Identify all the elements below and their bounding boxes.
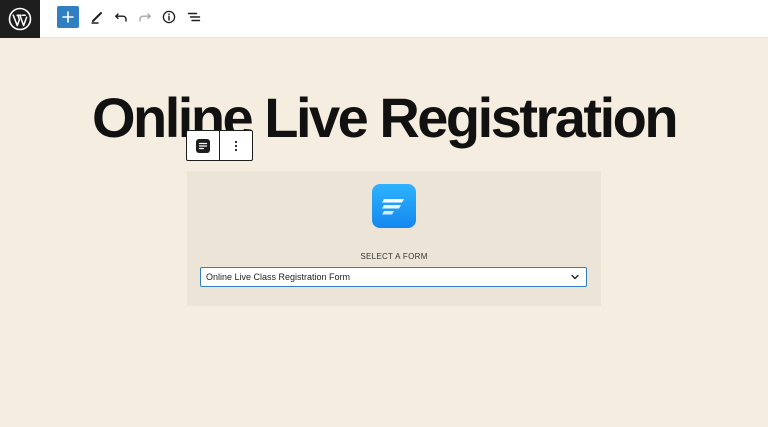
more-vertical-icon [234, 140, 238, 151]
form-select-dropdown[interactable]: Online Live Class Registration Form [200, 267, 587, 287]
block-toolbar [186, 130, 253, 161]
selected-form-value: Online Live Class Registration Form [206, 272, 351, 282]
add-block-button[interactable] [57, 6, 79, 28]
wordpress-logo-icon [8, 7, 32, 31]
undo-button[interactable] [110, 6, 132, 28]
info-icon [162, 10, 176, 24]
fluent-forms-block-icon [196, 138, 210, 153]
details-button[interactable] [158, 6, 180, 28]
plus-icon [62, 11, 74, 23]
redo-icon [139, 13, 151, 22]
fluent-forms-logo-icon [372, 184, 416, 228]
block-options-button[interactable] [220, 131, 252, 160]
page-title[interactable]: Online Live Registration [0, 86, 768, 150]
list-view-button[interactable] [183, 6, 205, 28]
editor-canvas: Online Live Registration SELECT A FORM O… [0, 38, 768, 427]
undo-icon [115, 13, 127, 22]
fluent-form-block[interactable]: SELECT A FORM Online Live Class Registra… [187, 171, 601, 306]
editor-top-bar [0, 0, 768, 38]
block-type-button[interactable] [187, 131, 220, 160]
redo-button[interactable] [134, 6, 156, 28]
select-form-label: SELECT A FORM [360, 252, 428, 261]
tools-button[interactable] [86, 6, 108, 28]
pencil-icon [91, 12, 102, 24]
wordpress-logo-button[interactable] [0, 0, 40, 38]
list-view-icon [187, 12, 201, 22]
chevron-down-icon [568, 270, 582, 284]
